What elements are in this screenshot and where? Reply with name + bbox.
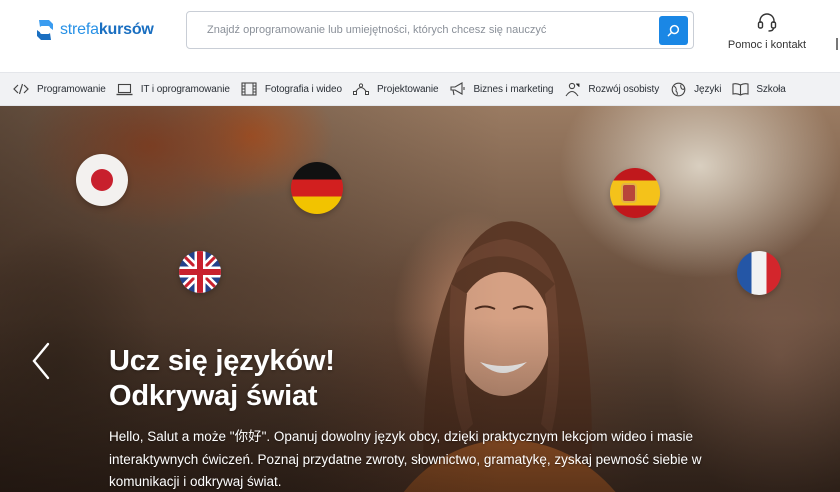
- category-label: Biznes i marketing: [473, 83, 554, 95]
- category-fotografia[interactable]: Fotografia i wideo: [240, 81, 342, 97]
- header-overflow-edge: [836, 38, 838, 50]
- logo-text: strefakursów: [60, 21, 154, 38]
- site-logo[interactable]: strefakursów: [32, 16, 154, 44]
- spain-flag-icon: [610, 168, 660, 218]
- vector-path-icon: [352, 81, 370, 97]
- search-button[interactable]: [659, 16, 688, 45]
- uk-flag-icon: [179, 251, 221, 293]
- megaphone-icon: [448, 81, 466, 97]
- site-header: strefakursów Pomoc i kontakt: [0, 0, 840, 72]
- category-label: Projektowanie: [376, 83, 439, 95]
- category-programowanie[interactable]: Programowanie: [12, 81, 106, 97]
- category-label: Szkoła: [756, 83, 786, 95]
- category-nav: Programowanie IT i oprogramowanie Fotogr…: [0, 72, 840, 106]
- search-bar: [186, 11, 694, 49]
- category-label: Rozwój osobisty: [588, 83, 660, 95]
- category-it[interactable]: IT i oprogramowanie: [116, 81, 230, 97]
- category-label: IT i oprogramowanie: [140, 83, 230, 95]
- help-contact-link[interactable]: Pomoc i kontakt: [722, 11, 812, 51]
- category-szkola[interactable]: Szkoła: [731, 81, 786, 97]
- hero-description: Hello, Salut a może "你好". Opanuj dowolny…: [109, 429, 702, 489]
- category-label: Języki: [694, 83, 722, 95]
- hero-banner: Ucz się języków! Odkrywaj świat Hello, S…: [0, 106, 840, 492]
- hero-title-line-2: Odkrywaj świat: [109, 380, 318, 412]
- category-biznes[interactable]: Biznes i marketing: [448, 81, 553, 97]
- laptop-icon: [116, 81, 134, 97]
- chevron-left-icon: [32, 342, 50, 380]
- germany-flag-icon: [291, 162, 343, 214]
- code-icon: [12, 81, 30, 97]
- category-jezyki[interactable]: Języki: [669, 81, 721, 97]
- hero-title: Ucz się języków! Odkrywaj świat: [109, 344, 529, 414]
- category-rozwoj[interactable]: Rozwój osobisty: [563, 81, 659, 97]
- search-icon: [667, 24, 680, 37]
- category-label: Fotografia i wideo: [264, 83, 342, 95]
- book-icon: [731, 81, 749, 97]
- person-growth-icon: [563, 81, 581, 97]
- hero-title-line-1: Ucz się języków!: [109, 345, 335, 377]
- category-label: Programowanie: [37, 83, 106, 95]
- headset-icon: [757, 13, 777, 32]
- search-input[interactable]: [187, 12, 657, 48]
- globe-icon: [669, 81, 687, 97]
- japan-flag-icon: [76, 154, 128, 206]
- strefakursow-logo-icon: [37, 20, 53, 40]
- carousel-prev-button[interactable]: [28, 340, 54, 382]
- help-contact-label: Pomoc i kontakt: [727, 39, 807, 51]
- category-projektowanie[interactable]: Projektowanie: [352, 81, 439, 97]
- france-flag-icon: [737, 251, 781, 295]
- film-icon: [240, 81, 258, 97]
